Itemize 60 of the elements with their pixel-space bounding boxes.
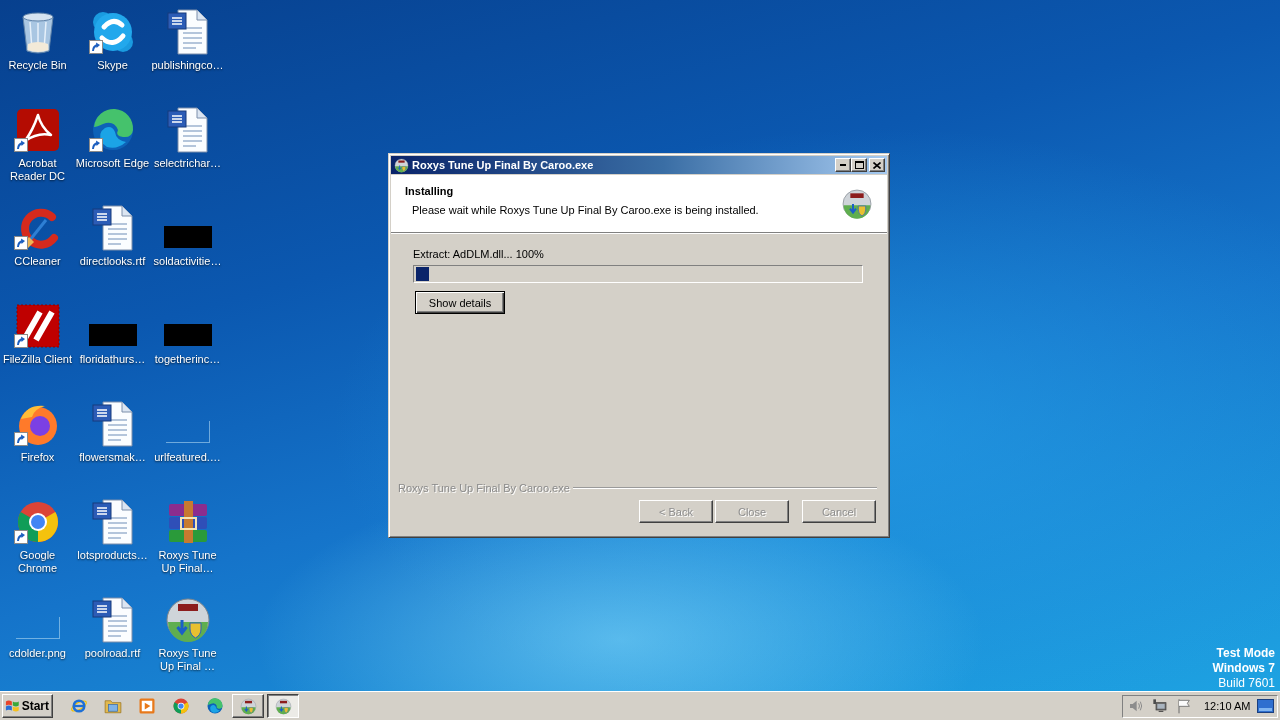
windows-flag-icon (5, 699, 20, 713)
show-details-button[interactable]: Show details (415, 291, 505, 314)
branding-text: Roxys Tune Up Final By Caroo.exe (398, 482, 570, 494)
monitor-icon (1152, 698, 1168, 714)
desktop-shortcut[interactable]: flowersmak… (75, 394, 150, 464)
desktop-shortcut[interactable]: poolroad.rtf (75, 590, 150, 660)
desktop-shortcut[interactable]: publishingco… (150, 2, 225, 72)
close-icon (873, 161, 881, 169)
maximize-icon (854, 161, 864, 169)
redacted-thumbnail (163, 324, 212, 346)
installer-disc-icon (239, 697, 257, 715)
window-title: Roxys Tune Up Final By Caroo.exe (412, 159, 594, 171)
desktop-shortcut[interactable]: Microsoft Edge (75, 100, 150, 170)
redacted-thumbnail (88, 324, 137, 346)
installer-disc-icon (841, 187, 873, 220)
os-text: Windows 7 (1212, 661, 1275, 676)
stripe-tile-icon (13, 302, 62, 350)
desktop-shortcut[interactable]: lotsproducts… (75, 492, 150, 562)
desktop-shortcut[interactable]: floridathurs… (75, 296, 150, 366)
installer-disc-icon (163, 596, 212, 644)
header-subtitle: Please wait while Roxys Tune Up Final By Caroo.exe is being installed. (411, 204, 759, 217)
taskbar-task-button[interactable] (267, 694, 299, 718)
wave-globe-icon (206, 697, 224, 715)
desktop-shortcut[interactable]: directlooks.rtf (75, 198, 150, 268)
desktop-shortcut[interactable]: soldactivitie… (150, 198, 225, 268)
blank-thumbnail (15, 617, 60, 639)
minimize-icon (840, 164, 846, 166)
desktop-shortcut[interactable]: CCleaner (0, 198, 75, 268)
speaker-icon (1128, 698, 1144, 714)
start-button[interactable]: Start (2, 694, 53, 718)
flag-icon (1176, 698, 1192, 714)
maximize-button[interactable] (851, 158, 867, 172)
clock-text: 12:10 AM (1204, 700, 1251, 712)
installer-disc-icon (394, 157, 409, 173)
segmented-circle-icon (172, 697, 190, 715)
desktop-shortcut[interactable]: Google Chrome (0, 492, 75, 575)
desktop-shortcut[interactable]: Recycle Bin (0, 2, 75, 72)
desktop-shortcut[interactable]: togetherinc… (150, 296, 225, 366)
redacted-thumbnail (163, 226, 212, 248)
close-button[interactable] (869, 158, 885, 172)
blank-thumbnail (165, 421, 210, 443)
desktop-shortcut[interactable]: Roxys Tune Up Final… (150, 492, 225, 575)
desktop-shortcut[interactable]: Skype (75, 2, 150, 72)
desktop-shortcut[interactable]: urlfeatured.… (150, 394, 225, 464)
desktop-shortcut[interactable]: cdolder.png (0, 590, 75, 660)
mode-text: Test Mode (1216, 646, 1275, 661)
installer-disc-icon (274, 697, 292, 715)
ring-orbit-icon (70, 697, 88, 715)
desktop-shortcut[interactable]: Acrobat Reader DC (0, 100, 75, 183)
folder-icon (104, 697, 122, 715)
header-title: Installing (405, 185, 455, 198)
build-text: Build 7601 (1218, 676, 1275, 691)
minimize-button[interactable] (835, 158, 851, 172)
desktop-shortcut[interactable]: FileZilla Client (0, 296, 75, 366)
desktop-shortcut[interactable]: Roxys Tune Up Final … (150, 590, 225, 673)
desktop-shortcut[interactable]: Firefox (0, 394, 75, 464)
show-desktop-icon[interactable] (1257, 699, 1274, 713)
desktop-shortcut[interactable]: selectrichar… (150, 100, 225, 170)
progress-status: Extract: AdDLM.dll... 100% (413, 248, 544, 261)
play-icon (138, 697, 156, 715)
